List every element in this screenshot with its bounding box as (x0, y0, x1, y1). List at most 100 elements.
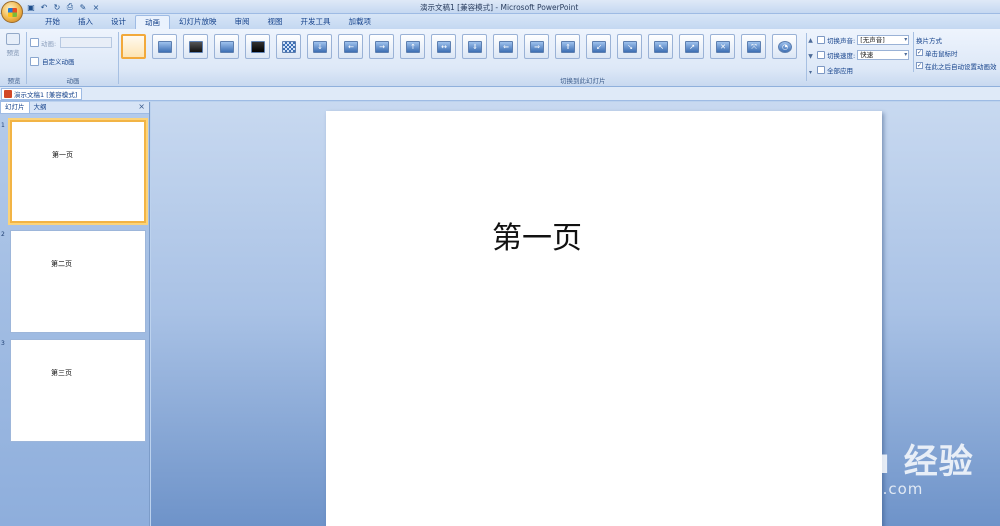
push-down-icon: ⇓ (468, 41, 482, 53)
transition-push-left[interactable]: ⇐ (493, 34, 518, 59)
transition-none[interactable] (121, 34, 146, 59)
auto-advance-option[interactable]: ✓ 在此之后自动设置动画效 (916, 60, 997, 71)
slides-panel: 幻灯片 大纲 × 1 第一页 2 第二页 3 第三页 (0, 101, 150, 526)
animate-icon (30, 38, 39, 47)
on-click-option[interactable]: ✓ 单击鼠标时 (916, 47, 997, 58)
document-tab[interactable]: 演示文稿1 [兼容模式] (1, 88, 83, 100)
split-icon: ↔ (437, 41, 451, 53)
print-preview-icon[interactable]: ⎙ (65, 2, 75, 12)
dissolve-icon (282, 41, 296, 53)
slide-thumbnail-text: 第三页 (51, 369, 72, 377)
arrow-left-icon: ← (344, 41, 358, 53)
arrow-up-icon: ↑ (406, 41, 420, 53)
undo-icon[interactable]: ↶ (39, 2, 49, 12)
cover-down-left-icon: ↙ (592, 41, 606, 53)
auto-advance-checkbox[interactable]: ✓ (916, 62, 923, 69)
tab-design[interactable]: 设计 (102, 15, 135, 29)
slide-thumbnail-text: 第一页 (52, 151, 73, 159)
transition-cover-down-right[interactable]: ↘ (617, 34, 642, 59)
cover-up-left-icon: ↖ (654, 41, 668, 53)
transition-cut[interactable] (214, 34, 239, 59)
wheel-icon: ◔ (778, 41, 792, 53)
watermark-url: jingyan.baidu.com (768, 480, 924, 498)
push-right-icon: ⇒ (530, 41, 544, 53)
close-panel-icon[interactable]: × (138, 102, 145, 111)
gallery-down-icon[interactable]: ▼ (807, 49, 814, 65)
apply-all-icon (817, 65, 825, 74)
slide-number: 3 (1, 340, 5, 347)
tab-view[interactable]: 视图 (259, 15, 292, 29)
transition-wipe-down[interactable]: ↓ (307, 34, 332, 59)
transition-speed-select[interactable]: 快速 (857, 49, 910, 60)
redo-icon[interactable]: ↻ (52, 2, 62, 12)
preview-icon (6, 33, 20, 45)
tab-developer[interactable]: 开发工具 (292, 15, 340, 29)
transition-cover-up-right[interactable]: ↗ (679, 34, 704, 59)
cut-black-icon (251, 41, 265, 53)
custom-animation-icon (30, 56, 39, 66)
slide-thumbnail-3[interactable]: 第三页 (10, 339, 146, 442)
tab-insert[interactable]: 插入 (69, 15, 102, 29)
transition-cut-black[interactable] (245, 34, 270, 59)
animate-select[interactable] (60, 37, 113, 48)
tab-add-ins[interactable]: 加载项 (340, 15, 381, 29)
tab-slides[interactable]: 幻灯片 (0, 101, 30, 113)
apply-all-button[interactable]: 全部应用 (817, 64, 909, 75)
slide-thumbnail-2[interactable]: 第二页 (10, 230, 146, 333)
custom-animation-button[interactable]: 自定义动画 (30, 56, 75, 66)
transition-push-right[interactable]: ⇒ (524, 34, 549, 59)
transition-sound-label: 切换声音: (827, 36, 856, 45)
tab-outline[interactable]: 大纲 (30, 102, 51, 113)
transition-wipe-left[interactable]: ← (338, 34, 363, 59)
preview-label: 预览 (6, 49, 20, 57)
preview-button[interactable]: 预览 (3, 33, 23, 63)
transition-push-down[interactable]: ⇓ (462, 34, 487, 59)
slide-title[interactable]: 第一页 (492, 213, 582, 257)
office-button[interactable] (1, 1, 23, 23)
transition-fade-black[interactable] (183, 34, 208, 59)
transition-cover-down-left[interactable]: ↙ (586, 34, 611, 59)
transition-speed-row: 切换速度: 快速 (817, 49, 910, 60)
transition-speed-label: 切换速度: (827, 51, 856, 60)
document-tab-label: 演示文稿1 [兼容模式] (14, 91, 78, 99)
gallery-up-icon[interactable]: ▲ (807, 33, 814, 49)
transition-options: 切换声音: [无声音] 切换速度: 快速 全部应用 (817, 34, 910, 79)
group-separator (26, 32, 27, 84)
on-click-checkbox[interactable]: ✓ (916, 49, 923, 56)
document-tab-bar: 演示文稿1 [兼容模式] (0, 87, 1000, 101)
tab-review[interactable]: 审阅 (226, 15, 259, 29)
transition-fade[interactable] (152, 34, 177, 59)
window-title: 演示文稿1 [兼容模式] - Microsoft PowerPoint (420, 3, 579, 12)
close-icon[interactable]: × (91, 2, 101, 12)
transition-wipe-up[interactable]: ↑ (400, 34, 425, 59)
transition-cover-up-left[interactable]: ↖ (648, 34, 673, 59)
transition-wheel[interactable]: ◔ (772, 34, 797, 59)
transition-wipe-right[interactable]: → (369, 34, 394, 59)
tab-slide-show[interactable]: 幻灯片放映 (170, 15, 226, 29)
transition-push-up[interactable]: ⇑ (555, 34, 580, 59)
speed-icon (817, 50, 825, 59)
transition-split[interactable]: ↔ (431, 34, 456, 59)
save-icon[interactable]: ▣ (26, 2, 36, 12)
title-bar: ▣ ↶ ↻ ⎙ ✎ × 演示文稿1 [兼容模式] - Microsoft Pow… (0, 0, 1000, 14)
slide-thumbnail-1[interactable]: 第一页 (10, 120, 146, 223)
group-separator (118, 32, 119, 84)
format-painter-icon[interactable]: ✎ (78, 2, 88, 12)
transition-box-out[interactable]: ⤧ (741, 34, 766, 59)
cut-icon (220, 41, 234, 53)
tab-home[interactable]: 开始 (36, 15, 69, 29)
transition-gallery: ↓ ← → ↑ ↔ ⇓ ⇐ ⇒ ⇑ ↙ ↘ ↖ ↗ ✕ ⤧ ◔ (121, 34, 797, 59)
transition-dissolve[interactable] (276, 34, 301, 59)
office-logo-icon (8, 8, 17, 17)
box-out-icon: ⤧ (747, 41, 761, 53)
cover-down-right-icon: ↘ (623, 41, 637, 53)
quick-access-toolbar: ▣ ↶ ↻ ⎙ ✎ × (26, 1, 101, 13)
custom-animation-label: 自定义动画 (42, 58, 75, 66)
fade-black-icon (189, 41, 203, 53)
transition-sound-select[interactable]: [无声音] (857, 34, 910, 45)
ribbon-tabs: 开始 插入 设计 动画 幻灯片放映 审阅 视图 开发工具 加载项 (0, 14, 1000, 29)
tab-animations[interactable]: 动画 (135, 15, 170, 29)
push-up-icon: ⇑ (561, 41, 575, 53)
advance-slide-options: 换片方式 ✓ 单击鼠标时 ✓ 在此之后自动设置动画效 (916, 34, 997, 73)
transition-box-in[interactable]: ✕ (710, 34, 735, 59)
